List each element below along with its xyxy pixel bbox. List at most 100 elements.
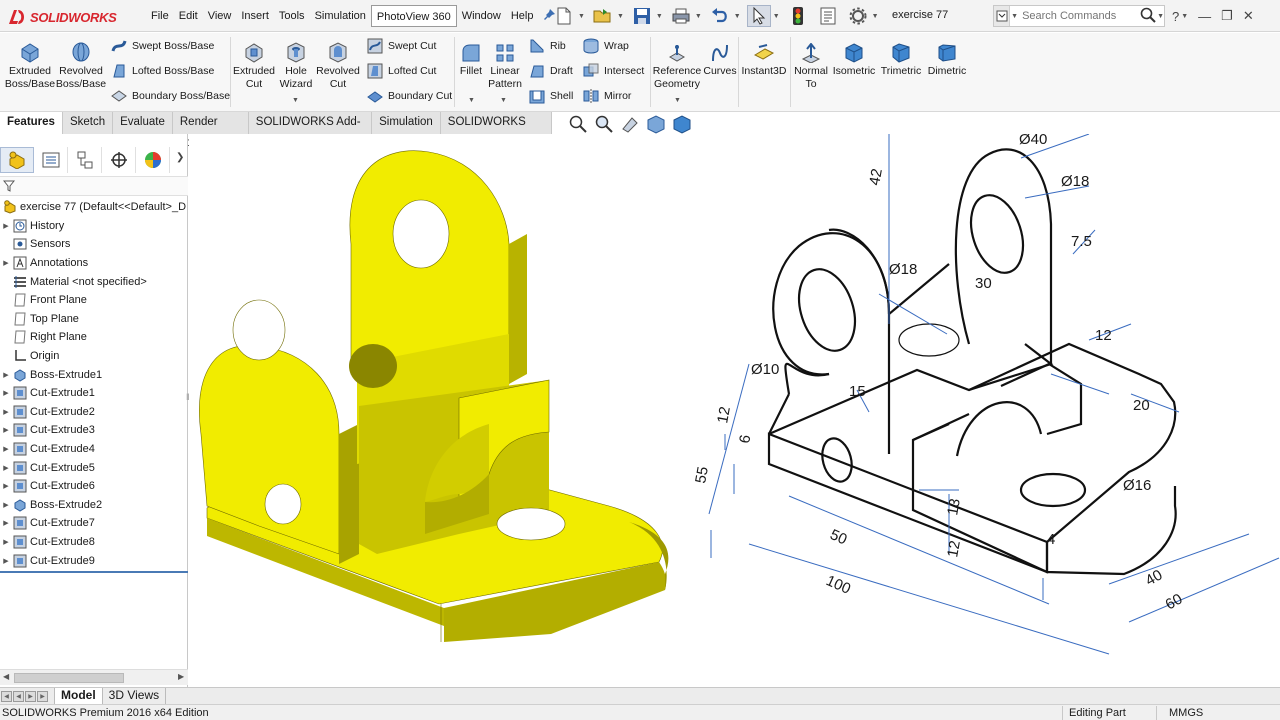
display-manager-tab[interactable] [136,147,170,173]
horizontal-scrollbar[interactable]: ◀ ▶ [0,669,188,685]
expand-arrow-icon[interactable]: ▶ [0,557,12,565]
chevron-down-icon[interactable]: ▼ [468,97,475,104]
search-icon[interactable] [1140,7,1156,26]
tree-node-cut-extrude2[interactable]: ▶ Cut-Extrude2 [0,403,188,422]
expand-arrow-icon[interactable]: ▶ [0,519,12,527]
tab-solidworks-add-ins[interactable]: SOLIDWORKS Add-Ins [248,112,373,149]
file-properties-icon[interactable] [816,5,840,27]
search-commands[interactable]: ▼ ▼ [993,5,1165,27]
expand-arrow-icon[interactable]: ▶ [0,501,12,509]
lofted-boss-button[interactable]: Lofted Boss/Base [110,62,214,80]
chevron-down-icon[interactable]: ▼ [872,13,879,20]
tree-node-cut-extrude4[interactable]: ▶ Cut-Extrude4 [0,440,188,459]
last-tab-icon[interactable]: ▶ [37,690,48,702]
instant3d-button[interactable]: Instant3D [740,37,788,78]
menu-window[interactable]: Window [457,5,506,27]
tree-node-top-plane[interactable]: Top Plane [0,310,188,329]
menu-edit[interactable]: Edit [174,5,203,27]
tree-node-front-plane[interactable]: Front Plane [0,291,188,310]
extruded-cut-button[interactable]: Extruded Cut [232,37,276,91]
tree-node-cut-extrude7[interactable]: ▶ Cut-Extrude7 [0,514,188,533]
shell-button[interactable]: Shell [528,87,573,105]
chevron-down-icon[interactable]: ▼ [578,13,585,20]
menu-simulation[interactable]: Simulation [310,5,371,27]
expand-arrow-icon[interactable]: ▶ [0,259,12,267]
first-tab-icon[interactable]: ◀ [1,690,12,702]
tree-node-boss-extrude2[interactable]: ▶ Boss-Extrude2 [0,496,188,515]
dimxpert-manager-tab[interactable] [102,147,136,173]
tree-node-sensors[interactable]: Sensors [0,235,188,254]
rib-button[interactable]: Rib [528,37,566,55]
scroll-left-icon[interactable]: ◀ [3,672,9,681]
linear-pattern-button[interactable]: Linear Pattern [487,37,523,91]
chevron-down-icon[interactable]: ▼ [695,13,702,20]
expand-arrow-icon[interactable]: ▶ [0,222,12,230]
help-icon[interactable]: ? [1172,9,1179,24]
select-icon[interactable] [746,5,771,27]
tree-node-annotations[interactable]: ▶ Annotations [0,254,188,273]
restore-icon[interactable]: ❐ [1221,8,1233,24]
tab-solidworks-mbd[interactable]: SOLIDWORKS MBD [440,112,552,149]
menu-photoview-360[interactable]: PhotoView 360 [370,5,457,27]
hole-wizard-button[interactable]: Hole Wizard [278,37,314,91]
tree-node-boss-extrude1[interactable]: ▶ Boss-Extrude1 [0,365,188,384]
tree-node-cut-extrude3[interactable]: ▶ Cut-Extrude3 [0,421,188,440]
expand-arrow-icon[interactable]: ▶ [0,464,12,472]
tab-model[interactable]: Model [54,688,103,704]
fillet-button[interactable]: Fillet [456,37,486,78]
rebuild-icon[interactable] [786,5,810,27]
chevron-down-icon[interactable]: ▼ [1181,13,1188,20]
chevron-down-icon[interactable]: ▼ [500,97,507,104]
swept-boss-button[interactable]: Swept Boss/Base [110,37,214,55]
scroll-right-icon[interactable]: ▶ [178,672,184,681]
extruded-boss-button[interactable]: Extruded Boss/Base [5,37,55,91]
search-input[interactable] [1018,10,1137,22]
menu-view[interactable]: View [203,5,237,27]
tab-evaluate[interactable]: Evaluate [113,112,173,134]
tree-node-part[interactable]: exercise 77 (Default<<Default>_D [0,198,188,217]
undo-icon[interactable] [708,5,732,27]
print-icon[interactable] [669,5,693,27]
tree-node-history[interactable]: ▶ History [0,217,188,236]
normal-to-button[interactable]: Normal To [792,37,830,91]
menu-insert[interactable]: Insert [236,5,274,27]
options-gear-icon[interactable] [846,5,870,27]
isometric-button[interactable]: Isometric [832,37,876,78]
tree-node-cut-extrude8[interactable]: ▶ Cut-Extrude8 [0,533,188,552]
previous-tab-icon[interactable]: ◀ [13,690,24,702]
wrap-button[interactable]: Wrap [582,37,629,55]
menu-help[interactable]: Help [506,5,539,27]
expand-arrow-icon[interactable]: ▶ [0,426,12,434]
expand-arrow-icon[interactable]: ▶ [0,389,12,397]
tab-3d-views[interactable]: 3D Views [103,688,167,704]
draft-button[interactable]: Draft [528,62,573,80]
search-commands-icon[interactable] [994,6,1011,26]
chevron-right-icon[interactable]: ❯ [176,152,184,163]
open-document-icon[interactable] [591,5,615,27]
tab-render-tools[interactable]: Render Tools [172,112,249,149]
boundary-cut-button[interactable]: Boundary Cut [366,87,452,105]
boundary-boss-button[interactable]: Boundary Boss/Base [110,87,230,105]
filter-icon[interactable] [3,180,15,192]
chevron-down-icon[interactable]: ▼ [1157,13,1164,20]
minimize-icon[interactable]: — [1198,9,1211,24]
expand-arrow-icon[interactable]: ▶ [0,538,12,546]
chevron-down-icon[interactable]: ▼ [773,13,780,20]
new-document-icon[interactable] [552,5,576,27]
solidworks-logo[interactable]: SOLIDWORKS [6,6,117,28]
tree-node-cut-extrude9[interactable]: ▶ Cut-Extrude9 [0,551,188,570]
intersect-button[interactable]: Intersect [582,62,644,80]
menu-tools[interactable]: Tools [274,5,310,27]
revolved-cut-button[interactable]: Revolved Cut [316,37,360,91]
expand-arrow-icon[interactable]: ▶ [0,371,12,379]
tree-node-cut-extrude1[interactable]: ▶ Cut-Extrude1 [0,384,188,403]
expand-arrow-icon[interactable]: ▶ [0,445,12,453]
tree-node-material[interactable]: Material <not specified> [0,272,188,291]
featuremanager-tree-tab[interactable] [0,147,34,173]
swept-cut-button[interactable]: Swept Cut [366,37,436,55]
chevron-down-icon[interactable]: ▼ [1011,13,1018,20]
reference-geometry-button[interactable]: Reference Geometry [652,37,702,91]
revolved-boss-button[interactable]: Revolved Boss/Base [56,37,106,91]
tab-features[interactable]: Features [0,112,63,134]
close-icon[interactable]: ✕ [1243,8,1254,24]
